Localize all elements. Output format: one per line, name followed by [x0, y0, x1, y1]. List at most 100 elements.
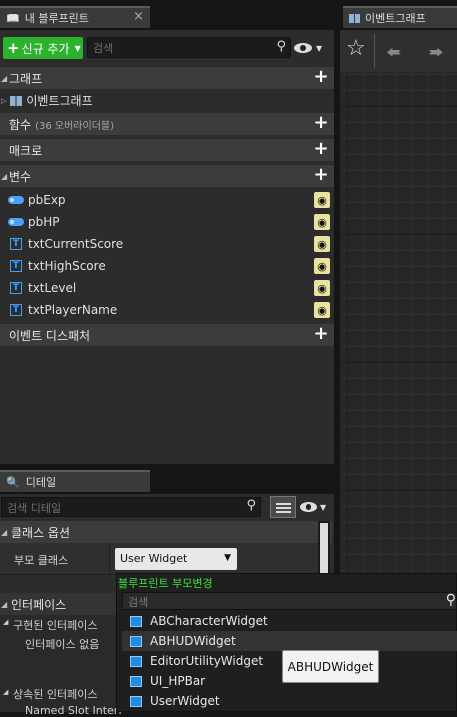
collapse-triangle-icon: ◢ [3, 688, 9, 696]
back-arrow-icon[interactable]: 🢘 [386, 38, 402, 72]
variable-row[interactable]: T txtCurrentScore ◉ [0, 233, 334, 255]
add-variable-icon[interactable]: + [312, 166, 330, 185]
widget-class-icon [130, 655, 142, 667]
search-icon: ⚲ [445, 592, 456, 608]
blueprint-search-input[interactable]: 검색 ⚲ [87, 37, 291, 58]
bool-icon [8, 218, 24, 226]
category-macros-label: 매크로 [9, 143, 43, 158]
add-dispatcher-icon[interactable]: + [312, 325, 330, 344]
category-functions-label: 함수 [9, 117, 32, 132]
graph-toolbar: ☆ 🢘 🢚 [340, 30, 457, 72]
graph-icon [10, 95, 23, 106]
details-search-input[interactable]: 검색 디테일 ⚲ [1, 497, 261, 517]
eye-icon[interactable]: ◉ [314, 280, 330, 296]
class-list-item-label: EditorUtilityWidget [150, 654, 264, 668]
inherited-interfaces-label: 상속된 인터페이스 [13, 688, 98, 701]
widget-class-icon [130, 635, 142, 647]
no-interfaces-label: 인터페이스 없음 [25, 638, 100, 651]
class-list-item-label: ABCharacterWidget [150, 614, 268, 628]
variable-row[interactable]: pbHP ◉ [0, 211, 334, 233]
category-macros[interactable]: 매크로 + [0, 139, 334, 161]
eye-icon[interactable]: ◉ [314, 236, 330, 252]
tab-event-graph-label: 이벤트그래프 [365, 12, 426, 25]
event-graph-item[interactable]: ▷ 이벤트그래프 [0, 90, 334, 111]
expanded-triangle-icon: ◢ [1, 599, 8, 609]
picker-search-input[interactable]: 검색 ⚲ [122, 592, 457, 610]
add-graph-icon[interactable]: + [312, 68, 330, 87]
parent-class-dropdown[interactable]: User Widget ▼ [115, 548, 237, 570]
variable-row[interactable]: T txtPlayerName ◉ [0, 299, 334, 321]
text-icon: T [10, 304, 22, 316]
variable-row[interactable]: pbExp ◉ [0, 189, 334, 211]
details-search-placeholder: 검색 디테일 [7, 502, 62, 515]
tooltip-text: ABHUDWidget [287, 659, 374, 674]
category-variables[interactable]: ◢ 변수 + [0, 165, 334, 187]
tab-details[interactable]: 🔍 디테일 [0, 470, 150, 492]
close-icon[interactable]: × [133, 9, 144, 24]
category-event-dispatchers-label: 이벤트 디스패처 [9, 328, 91, 343]
new-add-button[interactable]: + 신규 추가 ▼ [3, 37, 83, 59]
text-icon: T [10, 260, 22, 272]
plus-icon: + [7, 39, 20, 57]
chevron-down-icon: ▼ [224, 553, 231, 563]
parent-class-row: 부모 클래스 User Widget ▼ [0, 543, 318, 575]
picker-search-placeholder: 검색 [128, 596, 149, 609]
chevron-down-icon: ▼ [320, 502, 327, 512]
variable-name: pbHP [28, 215, 60, 229]
named-slot-label: Named Slot Interf [25, 704, 123, 717]
section-interfaces[interactable]: ◢ 인터페이스 [0, 593, 122, 615]
add-macro-icon[interactable]: + [312, 140, 330, 159]
forward-arrow-icon[interactable]: 🢚 [428, 38, 444, 72]
reparent-picker-title: 블루프린트 부모변경 [118, 577, 213, 590]
section-class-options[interactable]: ◢ 클래스 옵션 [0, 521, 332, 543]
class-list-item[interactable]: ABHUDWidget [122, 631, 457, 651]
widget-class-icon [130, 695, 142, 707]
variable-row[interactable]: T txtHighScore ◉ [0, 255, 334, 277]
event-graph-item-label: 이벤트그래프 [26, 94, 93, 108]
chevron-down-icon: ▼ [316, 43, 323, 53]
parent-class-value: User Widget [120, 552, 188, 565]
tab-my-blueprint[interactable]: 📖 내 블루프린트 × [0, 6, 150, 28]
variable-name: txtCurrentScore [28, 237, 124, 251]
category-event-dispatchers[interactable]: 이벤트 디스패처 + [0, 324, 334, 346]
details-scrollbar[interactable] [318, 521, 330, 575]
interfaces-body: ◢ 구현된 인터페이스 인터페이스 없음 ◢ 상속된 인터페이스 Named S… [0, 615, 122, 717]
expanded-triangle-icon: ◢ [1, 171, 8, 181]
class-list-item-label: UI_HPBar [150, 674, 206, 688]
tab-event-graph[interactable]: 이벤트그래프 [343, 6, 457, 28]
view-options-button[interactable]: ▼ [294, 40, 330, 56]
expanded-triangle-icon: ◢ [1, 527, 8, 537]
eye-icon [294, 43, 312, 53]
class-list-item[interactable]: ABCharacterWidget [122, 611, 457, 631]
variable-name: txtHighScore [28, 259, 106, 273]
chevron-down-icon: ▼ [74, 43, 81, 53]
eye-icon[interactable]: ◉ [314, 302, 330, 318]
collapse-triangle-icon: ◢ [3, 618, 9, 626]
parent-class-label: 부모 클래스 [14, 554, 69, 567]
scrollbar-thumb[interactable] [320, 523, 328, 573]
category-functions[interactable]: 함수 (36 오버라이더블) + [0, 113, 334, 135]
column-divider [109, 543, 110, 575]
tab-my-blueprint-label: 내 블루프린트 [24, 12, 89, 25]
implemented-interfaces-label: 구현된 인터페이스 [13, 619, 98, 632]
eye-icon[interactable]: ◉ [314, 214, 330, 230]
star-icon[interactable]: ☆ [346, 38, 366, 60]
grid-icon [276, 501, 291, 513]
graph-icon [349, 13, 360, 23]
text-icon: T [10, 282, 22, 294]
add-function-icon[interactable]: + [312, 114, 330, 133]
class-list-item[interactable]: UserWidget [122, 691, 457, 711]
details-view-options[interactable]: ▼ [300, 500, 332, 514]
property-matrix-button[interactable] [270, 496, 296, 518]
widget-class-icon [130, 675, 142, 687]
category-graph-label: 그래프 [9, 71, 43, 86]
variable-row[interactable]: T txtLevel ◉ [0, 277, 334, 299]
tooltip: ABHUDWidget [282, 650, 379, 683]
expanded-triangle-icon: ◢ [1, 73, 8, 83]
class-list-item-label: ABHUDWidget [150, 634, 236, 648]
variable-name: txtLevel [28, 281, 77, 295]
eye-icon[interactable]: ◉ [314, 192, 330, 208]
eye-icon[interactable]: ◉ [314, 258, 330, 274]
text-icon: T [10, 238, 22, 250]
category-graph[interactable]: ◢ 그래프 + [0, 67, 334, 89]
